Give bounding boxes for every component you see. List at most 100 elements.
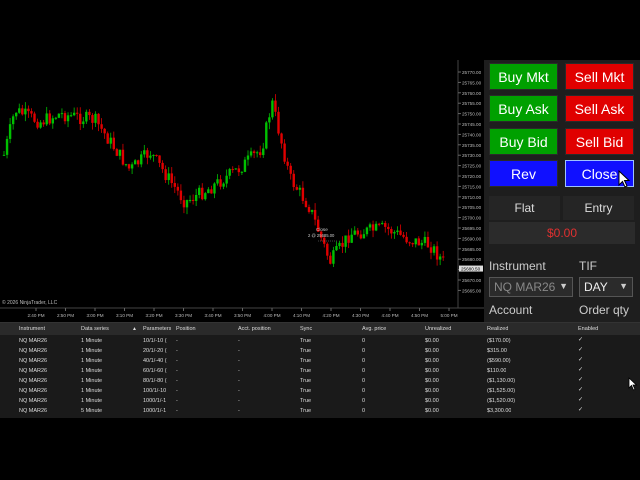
- table-cell: True: [300, 408, 312, 414]
- candle-body: [57, 113, 61, 118]
- candle-body: [76, 112, 79, 114]
- candle-body: [237, 168, 241, 173]
- table-row[interactable]: NQ MAR26 1 Minute 1000/1/-1 - - True 0 $0.00 ($1…: [0, 396, 640, 406]
- candle-body: [432, 246, 436, 253]
- grid-header: Instrument Data series ▲ Parameters Posi…: [0, 323, 640, 335]
- candle-body: [341, 242, 344, 247]
- table-cell: 0: [362, 358, 366, 364]
- table-cell: NQ MAR26: [19, 348, 48, 354]
- candle-body: [194, 194, 198, 201]
- candle-body: [60, 113, 64, 115]
- sell-market-button[interactable]: Sell Mkt: [565, 63, 634, 90]
- col-enabled[interactable]: Enabled: [578, 326, 598, 332]
- col-parameters[interactable]: Parameters: [143, 326, 171, 332]
- time-label: 5:00 PM: [440, 313, 457, 318]
- table-row[interactable]: NQ MAR26 1 Minute 20/1/-20 (- - True 0 $0.00 $3…: [0, 346, 640, 356]
- candle-body: [72, 112, 76, 116]
- sell-ask-button[interactable]: Sell Ask: [565, 95, 634, 122]
- table-cell: NQ MAR26: [19, 388, 48, 394]
- table-row[interactable]: NQ MAR26 1 Minute 80/1/-80 (- - True 0 $0.00 ($…: [0, 376, 640, 386]
- candle-body: [368, 224, 372, 228]
- enabled-checkbox[interactable]: ✓: [578, 407, 583, 413]
- candle-body: [54, 117, 58, 119]
- tab-flat[interactable]: Flat: [489, 196, 560, 220]
- table-cell: 0: [362, 348, 366, 354]
- candle-body: [350, 234, 353, 243]
- tab-entry[interactable]: Entry: [563, 196, 634, 220]
- table-cell: True: [300, 388, 312, 394]
- enabled-checkbox[interactable]: ✓: [578, 357, 583, 363]
- table-cell: -: [238, 388, 240, 394]
- price-label: 25710.00: [462, 195, 482, 200]
- sort-asc-icon: ▲: [132, 326, 137, 332]
- enabled-checkbox[interactable]: ✓: [578, 397, 583, 403]
- col-acct-position[interactable]: Acct. position: [238, 326, 271, 332]
- candle-body: [338, 242, 341, 247]
- candle-body: [204, 193, 207, 200]
- candle-body: [347, 235, 350, 243]
- table-cell: -: [238, 378, 240, 384]
- candle-body: [228, 169, 231, 176]
- table-row[interactable]: NQ MAR26 1 Minute 10/1/-10 (- - True 0 $0.00 ($…: [0, 336, 640, 346]
- candle-body: [234, 168, 237, 170]
- instrument-select[interactable]: NQ MAR26 ▼: [489, 277, 573, 297]
- candle-body: [97, 113, 100, 125]
- candle-body: [143, 150, 146, 155]
- table-cell: -: [176, 348, 178, 354]
- buy-market-button[interactable]: Buy Mkt: [489, 63, 558, 90]
- enabled-checkbox[interactable]: ✓: [578, 387, 583, 393]
- candle-body: [176, 186, 180, 191]
- table-cell: 0: [362, 398, 366, 404]
- col-unrealized[interactable]: Unrealized: [425, 326, 451, 332]
- candle-body: [304, 200, 308, 208]
- table-row[interactable]: NQ MAR26 1 Minute 40/1/-40 (- - True 0 $0.00 ($…: [0, 356, 640, 366]
- candle-body: [225, 175, 228, 184]
- col-instrument[interactable]: Instrument: [19, 326, 45, 332]
- candle-body: [313, 209, 317, 220]
- tif-label: TIF: [579, 259, 597, 273]
- enabled-checkbox[interactable]: ✓: [578, 337, 583, 343]
- enabled-checkbox[interactable]: ✓: [578, 367, 583, 373]
- tif-select[interactable]: DAY ▼: [579, 277, 633, 297]
- candle-body: [252, 151, 256, 154]
- table-row[interactable]: NQ MAR26 5 Minute 1000/1/-1 - - True 0 $0.00 $3,…: [0, 406, 640, 416]
- reverse-button[interactable]: Rev: [489, 160, 558, 187]
- table-cell: 60/1/-60 (: [143, 368, 167, 374]
- table-cell: 0: [362, 368, 366, 374]
- candle-body: [283, 143, 286, 162]
- candle-body: [301, 187, 305, 201]
- col-position[interactable]: Position: [176, 326, 196, 332]
- candle-body: [164, 169, 167, 181]
- candle-body: [426, 236, 430, 248]
- candle-body: [146, 150, 149, 158]
- time-label: 3:40 PM: [204, 313, 221, 318]
- sell-bid-button[interactable]: Sell Bid: [565, 128, 634, 155]
- candle-body: [2, 154, 6, 156]
- table-cell: 40/1/-40 (: [143, 358, 167, 364]
- candle-body: [11, 116, 15, 125]
- candle-body: [173, 183, 176, 187]
- buy-bid-button[interactable]: Buy Bid: [489, 128, 558, 155]
- candle-body: [140, 154, 143, 165]
- col-sync[interactable]: Sync: [300, 326, 312, 332]
- table-row[interactable]: NQ MAR26 1 Minute 100/1/-10 - - True 0 $0.00 ($1…: [0, 386, 640, 396]
- table-cell: NQ MAR26: [19, 368, 48, 374]
- enabled-checkbox[interactable]: ✓: [578, 347, 583, 353]
- candle-body: [124, 164, 128, 166]
- candle-body: [271, 100, 274, 118]
- price-label: 25760.00: [462, 91, 482, 96]
- candle-body: [280, 133, 283, 144]
- col-avg-price[interactable]: Avg. price: [362, 326, 386, 332]
- table-cell: -: [238, 338, 240, 344]
- buy-ask-button[interactable]: Buy Ask: [489, 95, 558, 122]
- col-data-series[interactable]: Data series: [81, 326, 109, 332]
- enabled-checkbox[interactable]: ✓: [578, 377, 583, 383]
- price-label: 25740.00: [462, 132, 482, 137]
- col-realized[interactable]: Realized: [487, 326, 508, 332]
- price-label: 25730.00: [462, 153, 482, 158]
- ninjatrader-window: 25770.00 25765.00 25760.00 25755.00 25750.00…: [0, 60, 640, 418]
- time-label: 4:00 PM: [263, 313, 280, 318]
- candle-body: [289, 165, 292, 174]
- table-row[interactable]: NQ MAR26 1 Minute 60/1/-60 (- - True 0 $0.00 $1…: [0, 366, 640, 376]
- table-cell: $0.00: [425, 358, 439, 364]
